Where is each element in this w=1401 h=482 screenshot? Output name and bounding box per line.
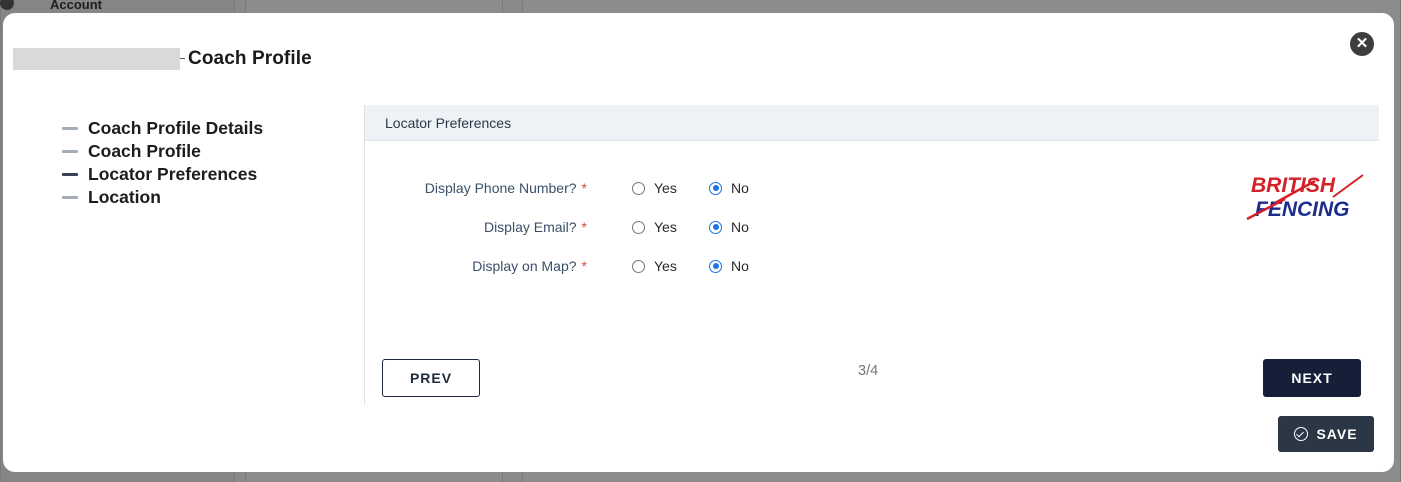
svg-text:FENCING: FENCING: [1255, 198, 1350, 221]
radio-button[interactable]: [632, 220, 645, 234]
close-button[interactable]: ✕: [1350, 32, 1374, 56]
step-locator-preferences[interactable]: Locator Preferences: [62, 163, 263, 186]
form-panel: Locator Preferences Display Phone Number…: [364, 105, 1379, 405]
field-display-on-map: Display on Map? * Yes No: [365, 256, 1380, 276]
step-list: Coach Profile Details Coach Profile Loca…: [62, 117, 263, 209]
step-label: Locator Preferences: [88, 164, 258, 184]
radio-map-yes[interactable]: Yes: [632, 258, 677, 274]
account-label: Account: [50, 0, 102, 12]
save-label: SAVE: [1316, 426, 1358, 442]
radio-button[interactable]: [632, 181, 645, 195]
step-label: Coach Profile: [88, 141, 201, 161]
field-label: Display Phone Number? *: [424, 180, 587, 196]
step-label: Coach Profile Details: [88, 118, 264, 138]
field-label: Display on Map? *: [472, 258, 587, 274]
section-header: Locator Preferences: [365, 105, 1379, 141]
step-indicator: [62, 150, 78, 153]
radio-phone-no[interactable]: No: [709, 180, 749, 196]
modal-title: Coach Profile: [188, 48, 312, 69]
radio-email-yes[interactable]: Yes: [632, 219, 677, 235]
radio-button[interactable]: [632, 259, 645, 273]
required-mark: *: [581, 219, 587, 235]
close-icon: ✕: [1355, 35, 1369, 52]
radio-phone-yes[interactable]: Yes: [632, 180, 677, 196]
page-indicator: 3/4: [858, 363, 879, 379]
field-display-phone: Display Phone Number? * Yes No: [365, 178, 1380, 198]
radio-button-selected[interactable]: [709, 220, 722, 234]
step-indicator: [62, 127, 78, 130]
step-indicator: [62, 196, 78, 199]
step-location[interactable]: Location: [62, 186, 263, 209]
step-label: Location: [88, 187, 161, 207]
radio-map-no[interactable]: No: [709, 258, 749, 274]
required-mark: *: [581, 180, 587, 196]
radio-button-selected[interactable]: [709, 181, 722, 195]
redacted-name: [13, 48, 180, 70]
radio-email-no[interactable]: No: [709, 219, 749, 235]
step-coach-profile[interactable]: Coach Profile: [62, 140, 263, 163]
field-label: Display Email? *: [483, 219, 587, 235]
title-separator: [180, 58, 185, 59]
check-circle-icon: [1294, 427, 1309, 441]
save-button[interactable]: SAVE: [1278, 416, 1374, 452]
prev-button[interactable]: PREV: [382, 359, 480, 397]
coach-profile-modal: Coach Profile ✕ Coach Profile Details Co…: [3, 13, 1394, 472]
next-button[interactable]: NEXT: [1263, 359, 1361, 397]
radio-button-selected[interactable]: [709, 259, 722, 273]
required-mark: *: [581, 258, 587, 274]
field-display-email: Display Email? * Yes No: [365, 217, 1380, 237]
british-fencing-logo: BRITISH FENCING: [1246, 174, 1364, 221]
step-coach-profile-details[interactable]: Coach Profile Details: [62, 117, 263, 140]
step-indicator-active: [62, 173, 78, 176]
